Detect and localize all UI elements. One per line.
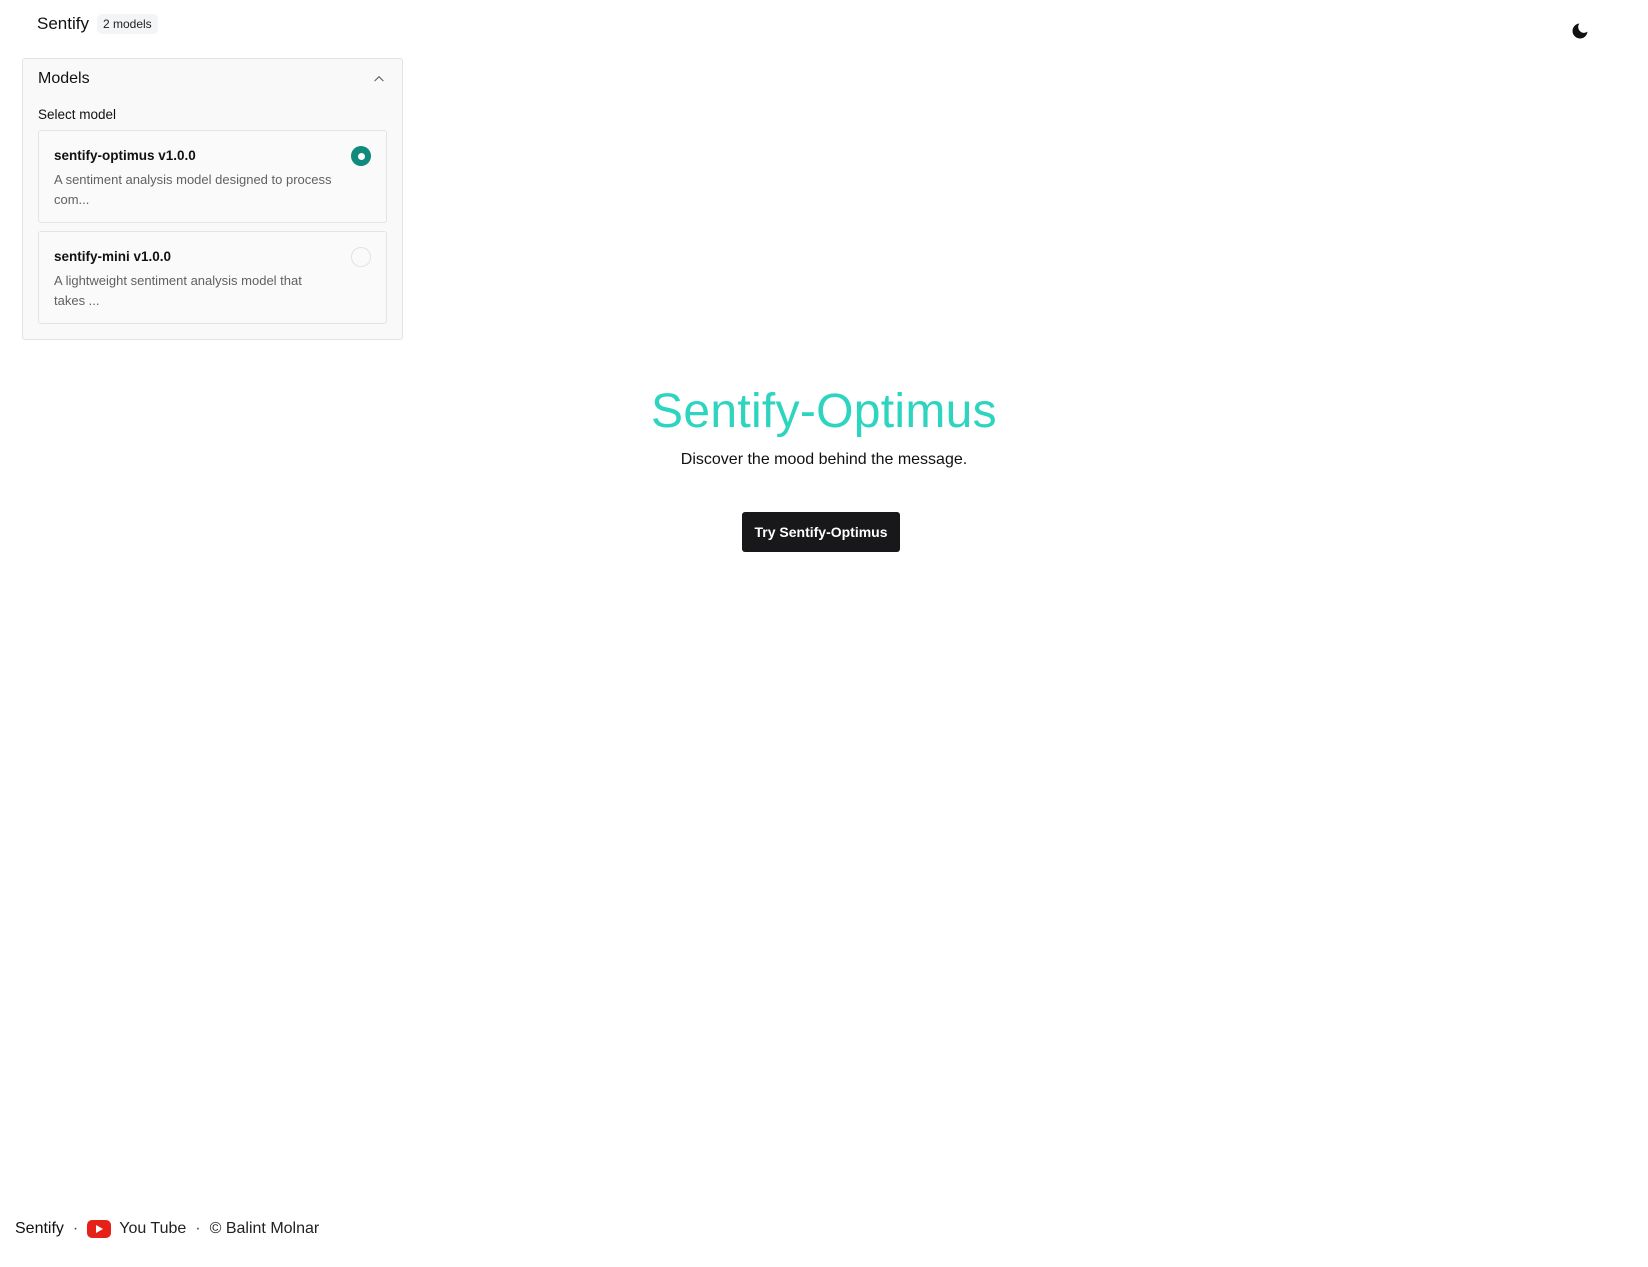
- models-panel: Models Select model sentify-optimus v1.0…: [22, 58, 403, 340]
- select-model-label: Select model: [38, 107, 117, 122]
- youtube-link[interactable]: You Tube: [87, 1220, 186, 1238]
- model-option-sentify-mini[interactable]: sentify-mini v1.0.0 A lightweight sentim…: [38, 231, 387, 324]
- try-model-button[interactable]: Try Sentify-Optimus: [742, 512, 900, 552]
- model-option-sentify-optimus[interactable]: sentify-optimus v1.0.0 A sentiment analy…: [38, 130, 387, 223]
- hero-subtitle: Discover the mood behind the message.: [680, 451, 968, 468]
- model-name: sentify-mini v1.0.0: [54, 249, 172, 264]
- footer: Sentify · You Tube · © Balint Molnar: [15, 1220, 319, 1238]
- copyright-text: © Balint Molnar: [209, 1220, 320, 1237]
- footer-brand[interactable]: Sentify: [15, 1220, 64, 1238]
- brand-name[interactable]: Sentify: [37, 14, 89, 34]
- youtube-icon: [87, 1220, 112, 1238]
- model-name: sentify-optimus v1.0.0: [54, 148, 196, 163]
- model-count-badge: 2 models: [96, 14, 158, 34]
- model-radio-selected[interactable]: [351, 146, 371, 166]
- chevron-up-icon[interactable]: [371, 71, 387, 87]
- brand: Sentify 2 models: [37, 14, 158, 34]
- model-description: A lightweight sentiment analysis model t…: [54, 273, 302, 308]
- theme-toggle-button[interactable]: [1569, 20, 1591, 42]
- hero-title: Sentify-Optimus: [651, 385, 997, 438]
- models-panel-header[interactable]: Models: [38, 70, 387, 88]
- model-radio[interactable]: [351, 247, 371, 267]
- model-description: A sentiment analysis model designed to p…: [54, 172, 332, 207]
- models-panel-title: Models: [38, 70, 90, 87]
- footer-separator: ·: [72, 1220, 79, 1237]
- youtube-label: You Tube: [119, 1220, 187, 1237]
- moon-icon: [1572, 23, 1588, 39]
- page: Sentify 2 models Models Select model sen…: [0, 0, 1648, 1267]
- footer-separator: ·: [195, 1220, 201, 1237]
